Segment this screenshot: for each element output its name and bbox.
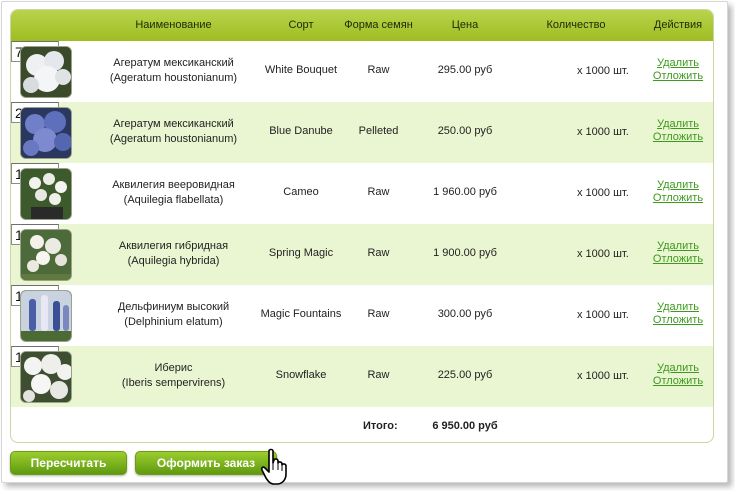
row-actions: Удалить Отложить	[648, 118, 708, 144]
seed-form: Raw	[367, 64, 390, 76]
blue-ageratum-photo	[20, 107, 72, 159]
quantity-unit: x 1000 шт.	[577, 126, 629, 138]
remove-link[interactable]: Удалить	[648, 362, 708, 375]
page-frame: Наименование Сорт Форма семян Цена Колич…	[1, 1, 728, 483]
delphinium-photo	[20, 290, 72, 342]
iberis-photo	[20, 351, 72, 403]
quantity-unit: x 1000 шт.	[577, 65, 629, 77]
defer-link[interactable]: Отложить	[648, 70, 708, 83]
white-ageratum-photo	[20, 46, 72, 98]
quantity-unit: x 1000 шт.	[577, 248, 629, 260]
price: 295.00 руб	[437, 64, 493, 76]
table-row: Агератум мексиканский (Ageratum houstoni…	[11, 102, 713, 163]
totals-row: Итого: 6 950.00 руб	[11, 410, 713, 442]
price: 300.00 руб	[437, 308, 493, 320]
seed-form: Raw	[367, 369, 390, 381]
price: 225.00 руб	[437, 369, 493, 381]
price: 250.00 руб	[437, 125, 493, 137]
table-row: Агератум мексиканский (Ageratum houstoni…	[11, 41, 713, 102]
product-name: Аквилегия вееровидная (Aquilegia flabell…	[112, 179, 235, 206]
row-actions: Удалить Отложить	[648, 179, 708, 205]
seed-form: Raw	[367, 186, 390, 198]
price: 1 900.00 руб	[433, 247, 497, 259]
quantity-unit: x 1000 шт.	[577, 187, 629, 199]
quantity-unit: x 1000 шт.	[577, 309, 629, 321]
total-value: 6 950.00 руб	[432, 420, 498, 432]
defer-link[interactable]: Отложить	[648, 375, 708, 388]
row-actions: Удалить Отложить	[648, 57, 708, 83]
header-quantity: Количество	[546, 19, 606, 31]
product-name: Аквилегия гибридная (Aquilegia hybrida)	[118, 240, 229, 267]
checkout-button[interactable]: Оформить заказ	[135, 451, 277, 475]
product-name: Дельфиниум высокий (Delphinium elatum)	[117, 301, 230, 328]
table-header: Наименование Сорт Форма семян Цена Колич…	[11, 10, 713, 41]
remove-link[interactable]: Удалить	[648, 179, 708, 192]
product-name: Агератум мексиканский (Ageratum houstoni…	[109, 118, 238, 145]
header-price: Цена	[451, 19, 479, 31]
remove-link[interactable]: Удалить	[648, 57, 708, 70]
price: 1 960.00 руб	[433, 186, 497, 198]
row-actions: Удалить Отложить	[648, 301, 708, 327]
remove-link[interactable]: Удалить	[648, 301, 708, 314]
quantity-unit: x 1000 шт.	[577, 370, 629, 382]
seed-form: Raw	[367, 247, 390, 259]
table-row: Дельфиниум высокий (Delphinium elatum) M…	[11, 285, 713, 346]
product-name: Иберис (Iberis sempervirens)	[121, 362, 226, 389]
row-actions: Удалить Отложить	[648, 362, 708, 388]
hand-pointer-icon	[260, 448, 287, 485]
table-row: Аквилегия гибридная (Aquilegia hybrida) …	[11, 224, 713, 285]
remove-link[interactable]: Удалить	[648, 118, 708, 131]
header-actions: Действия	[653, 19, 703, 31]
header-name: Наименование	[135, 19, 212, 31]
product-name: Агератум мексиканский (Ageratum houstoni…	[109, 57, 238, 84]
row-actions: Удалить Отложить	[648, 240, 708, 266]
aquilegia-hybrid-photo	[20, 229, 72, 281]
defer-link[interactable]: Отложить	[648, 253, 708, 266]
table-row: Иберис (Iberis sempervirens) Snowflake R…	[11, 346, 713, 407]
cart-table: Наименование Сорт Форма семян Цена Колич…	[10, 9, 714, 443]
defer-link[interactable]: Отложить	[648, 131, 708, 144]
seed-form: Raw	[367, 308, 390, 320]
total-label: Итого:	[363, 420, 398, 432]
defer-link[interactable]: Отложить	[648, 314, 708, 327]
aquilegia-cameo-photo	[20, 168, 72, 220]
seed-form: Pelleted	[358, 125, 399, 137]
table-row: Аквилегия вееровидная (Aquilegia flabell…	[11, 163, 713, 224]
recalculate-button[interactable]: Пересчитать	[10, 451, 127, 475]
defer-link[interactable]: Отложить	[648, 192, 708, 205]
header-seed-form: Форма семян	[344, 19, 413, 31]
remove-link[interactable]: Удалить	[648, 240, 708, 253]
